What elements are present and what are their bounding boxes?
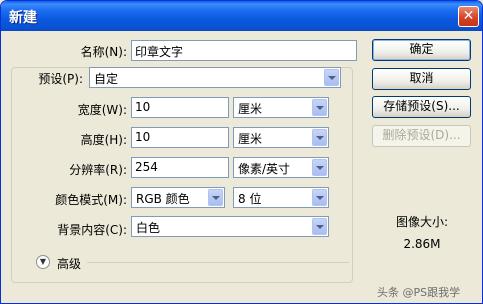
background-value: 白色 (136, 221, 161, 235)
close-button[interactable]: ✕ (458, 6, 479, 27)
name-input[interactable]: 印章文字 (131, 40, 357, 61)
image-size-label: 图像大小: (395, 215, 449, 229)
width-unit-value: 厘米 (238, 102, 263, 116)
chevron-down-icon[interactable] (324, 69, 339, 86)
image-size-value: 2.86M (403, 237, 441, 251)
watermark-text: 头条 @PS跟我学 (377, 286, 461, 299)
name-label: 名称(N): (80, 45, 127, 59)
preset-value: 自定 (94, 72, 119, 86)
new-document-dialog: 新建 ✕ 名称(N): 印章文字 预设(P): 自定 宽度(W): 10 厘米 … (0, 0, 483, 304)
chevron-down-icon[interactable] (312, 159, 327, 176)
width-unit-select[interactable]: 厘米 (233, 97, 329, 118)
color-mode-label: 颜色模式(M): (55, 193, 127, 207)
height-label: 高度(H): (80, 133, 127, 147)
window-title: 新建 (9, 10, 37, 26)
width-label: 宽度(W): (77, 103, 127, 117)
color-mode-value: RGB 颜色 (136, 192, 190, 206)
close-icon: ✕ (462, 8, 475, 24)
color-mode-select[interactable]: RGB 颜色 (131, 187, 225, 208)
cancel-button[interactable]: 取消 (372, 68, 471, 90)
chevron-down-icon[interactable] (312, 129, 327, 146)
preset-select[interactable]: 自定 (89, 67, 341, 88)
height-unit-select[interactable]: 厘米 (233, 127, 329, 148)
chevron-down-icon[interactable] (312, 218, 327, 235)
background-label: 背景内容(C): (57, 223, 127, 237)
bit-depth-value: 8 位 (238, 192, 262, 206)
resolution-label: 分辨率(R): (69, 163, 127, 177)
advanced-label[interactable]: 高级 (57, 255, 81, 272)
chevron-down-icon[interactable] (312, 189, 327, 206)
height-input[interactable]: 10 (131, 127, 229, 148)
preset-label: 预设(P): (25, 70, 85, 87)
resolution-unit-select[interactable]: 像素/英寸 (233, 157, 329, 178)
width-input[interactable]: 10 (131, 97, 229, 118)
height-unit-value: 厘米 (238, 132, 263, 146)
bit-depth-select[interactable]: 8 位 (233, 187, 329, 208)
title-bar: 新建 ✕ (1, 1, 482, 31)
resolution-unit-value: 像素/英寸 (238, 162, 291, 176)
advanced-divider (87, 262, 349, 263)
resolution-input[interactable]: 254 (131, 157, 229, 178)
ok-button[interactable]: 确定 (372, 39, 471, 61)
expand-advanced-icon[interactable]: ▼ (36, 255, 50, 269)
background-select[interactable]: 白色 (131, 216, 329, 237)
save-preset-button[interactable]: 存储预设(S)... (372, 96, 471, 118)
chevron-down-icon[interactable] (208, 189, 223, 206)
chevron-down-icon[interactable] (312, 99, 327, 116)
delete-preset-button: 删除预设(D)... (372, 125, 471, 147)
